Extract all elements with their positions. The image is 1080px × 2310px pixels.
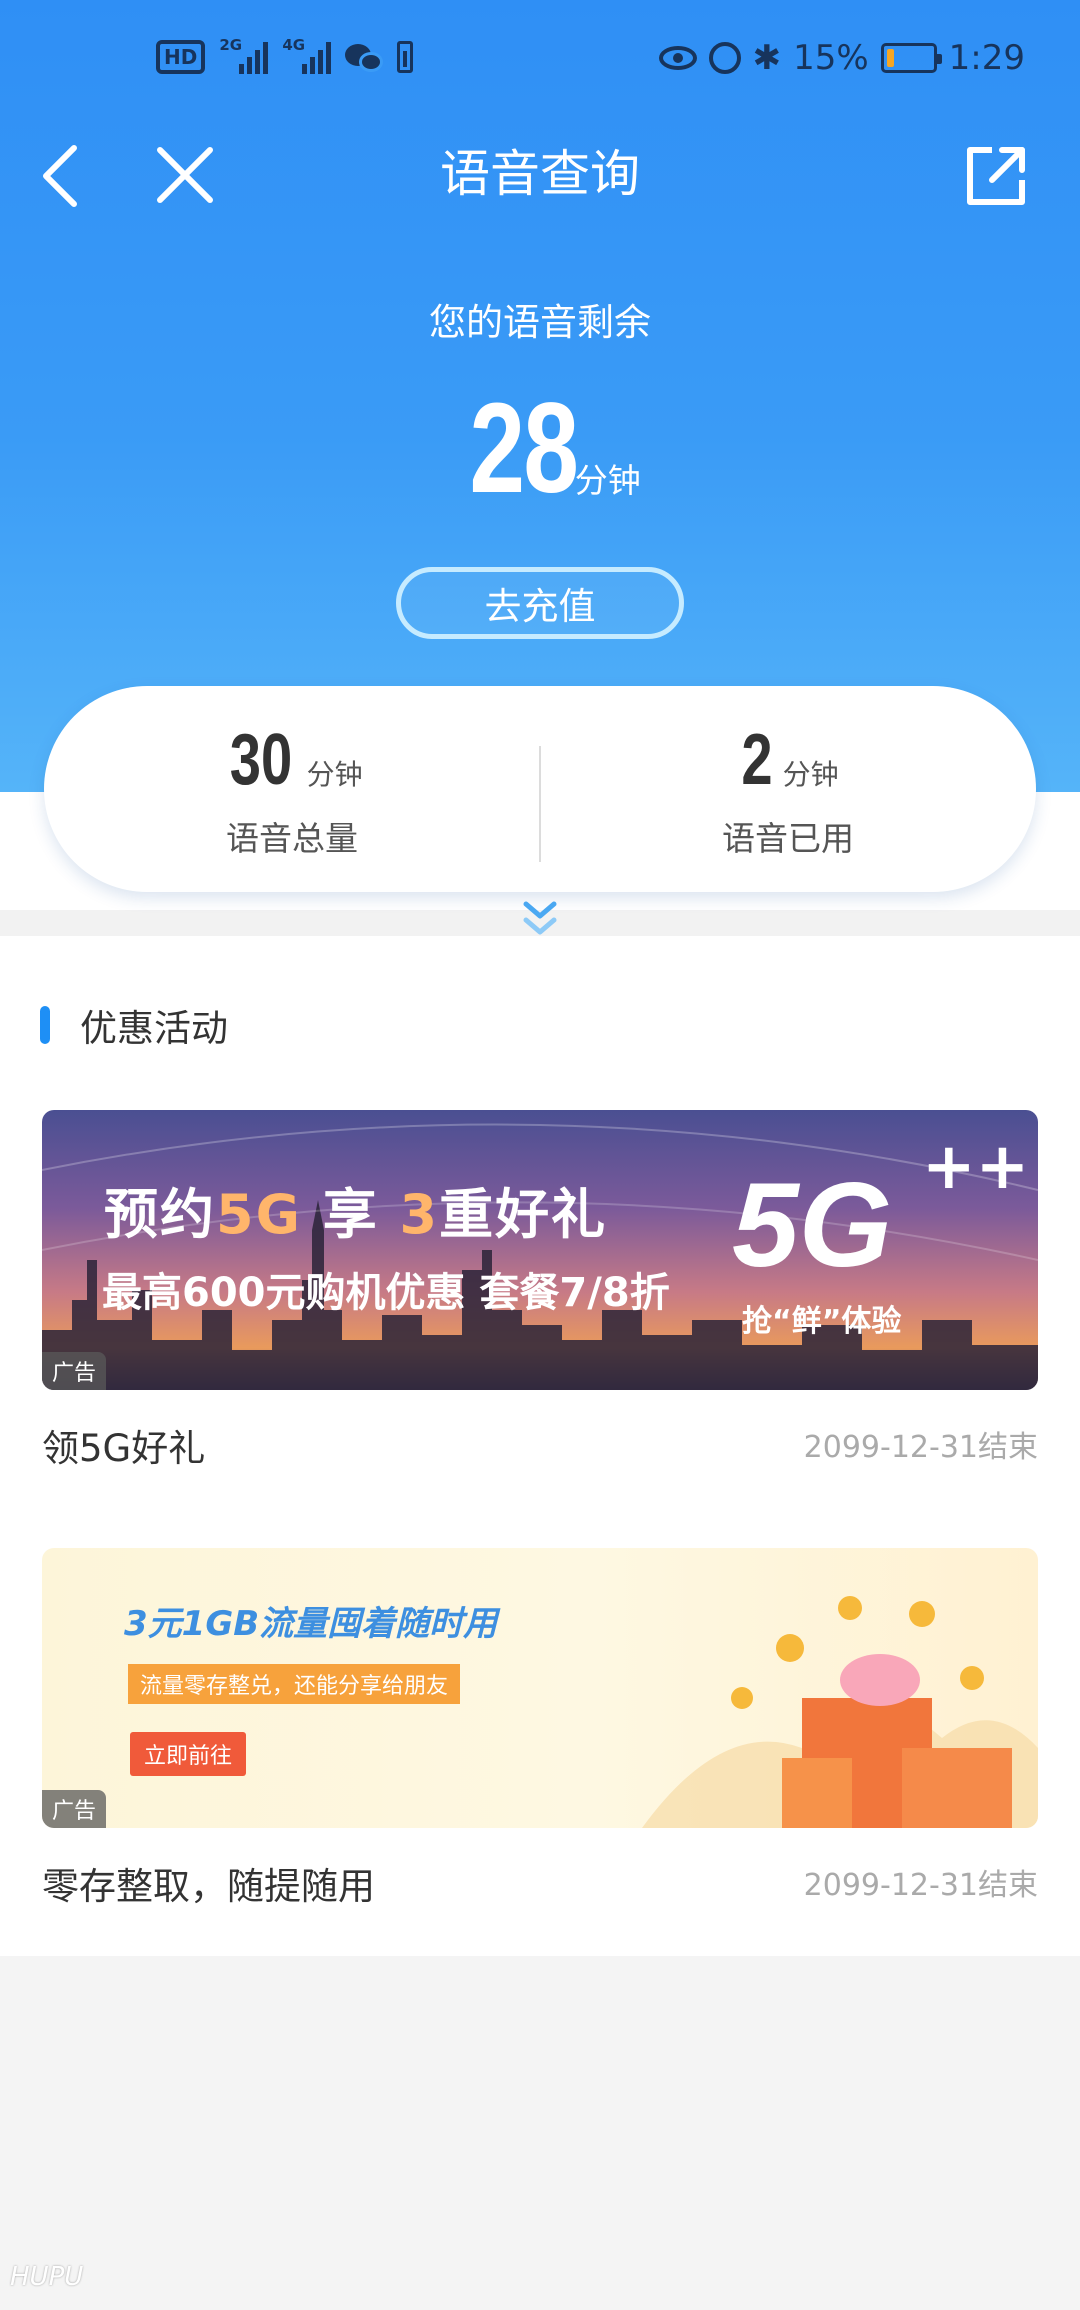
stat-total: 30 分钟 语音总量 [44, 722, 540, 860]
promo-banner-image[interactable]: 3元1GB流量囤着随时用 流量零存整兑，还能分享给朋友 立即前往 广告 [42, 1548, 1038, 1828]
stat-used-unit: 分钟 [782, 758, 839, 791]
share-external-icon [967, 147, 1025, 205]
stat-total-value: 30 [230, 720, 293, 800]
banner-headline: 3元1GB流量囤着随时用 [124, 1604, 498, 1644]
stat-total-unit: 分钟 [306, 758, 363, 791]
signal-icon: 4G [282, 36, 332, 74]
battery-saver-icon [397, 41, 414, 73]
remaining-value: 28 [469, 377, 579, 520]
battery-level-fill [886, 49, 895, 67]
stat-used: 2 分钟 语音已用 [540, 722, 1036, 860]
hd-icon: HD [156, 40, 206, 74]
section-accent-bar [40, 1006, 50, 1044]
page-title: 语音查询 [440, 145, 640, 203]
battery-icon [880, 43, 942, 73]
promo-card[interactable]: 3元1GB流量囤着随时用 流量零存整兑，还能分享给朋友 立即前往 广告 零存整取… [42, 1548, 1038, 1908]
stat-total-label: 语音总量 [226, 819, 358, 858]
promo-banner-image[interactable]: 预约5G 享 3重好礼 最高600元购机优惠 套餐7/8折 5G ++ 抢“鲜”… [42, 1110, 1038, 1390]
remaining-value-row: 28 分钟 [0, 384, 1080, 514]
banner-subline: 流量零存整兑，还能分享给朋友 [128, 1664, 461, 1704]
signal-network-label: 4G [282, 36, 306, 54]
nav-bar: 语音查询 [0, 130, 1080, 220]
recharge-button[interactable]: 去充值 [396, 567, 684, 639]
watermark: HUPU [10, 2262, 84, 2292]
banner-5g-logo: 5G [732, 1158, 893, 1292]
share-button[interactable] [962, 140, 1032, 210]
eye-comfort-icon [658, 46, 697, 70]
banner-plus-mark: ++ [922, 1130, 1030, 1204]
alarm-icon [708, 42, 741, 74]
banner-tagline: 抢“鲜”体验 [742, 1304, 902, 1339]
banner-go-button[interactable]: 立即前往 [130, 1732, 247, 1776]
banner-subline: 最高600元购机优惠 套餐7/8折 [102, 1270, 670, 1316]
status-right-icons: ✱ 15% 1:29 [658, 38, 1025, 78]
promo-card[interactable]: 预约5G 享 3重好礼 最高600元购机优惠 套餐7/8折 5G ++ 抢“鲜”… [42, 1110, 1038, 1470]
bluetooth-icon: ✱ [752, 38, 782, 78]
remaining-unit: 分钟 [574, 461, 641, 500]
signal-icon: 2G [219, 36, 269, 74]
battery-percent: 15% [793, 38, 869, 78]
section-title: 优惠活动 [80, 1007, 228, 1050]
ad-tag: 广告 [42, 1790, 107, 1828]
clock: 1:29 [948, 38, 1025, 78]
stat-used-value: 2 [741, 720, 774, 800]
wechat-icon [345, 42, 384, 72]
remaining-label: 您的语音剩余 [429, 301, 651, 344]
section-header: 优惠活动 [40, 998, 228, 1052]
promo-end-date: 2099-12-31结束 [803, 1430, 1038, 1465]
ad-tag: 广告 [42, 1352, 107, 1390]
stats-card: 30 分钟 语音总量 2 分钟 语音已用 [44, 686, 1036, 892]
promo-title[interactable]: 领5G好礼 [42, 1418, 205, 1472]
stat-used-label: 语音已用 [722, 819, 854, 858]
promo-title[interactable]: 零存整取，随提随用 [42, 1856, 375, 1910]
promotions-section: 优惠活动 预约5G 享 3重好礼 最高600元购机优惠 套餐7/8折 5G ++… [0, 936, 1080, 1956]
status-left-icons: HD 2G 4G [156, 36, 414, 74]
signal-network-label: 2G [219, 36, 243, 54]
banner-headline: 预约5G 享 3重好礼 [104, 1183, 608, 1246]
status-bar: HD 2G 4G ✱ 15% 1:29 [0, 34, 1080, 94]
promo-end-date: 2099-12-31结束 [803, 1868, 1038, 1903]
